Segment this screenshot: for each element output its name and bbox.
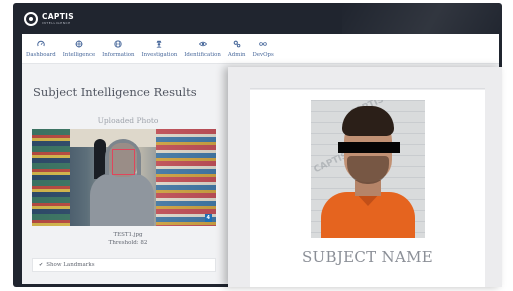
matched-mugshot[interactable]: CAPTIS CAPTIS CAPTIS bbox=[311, 100, 425, 238]
nav-item-dashboard[interactable]: Dashboard bbox=[26, 34, 56, 63]
nav-item-information[interactable]: Information bbox=[102, 34, 135, 63]
check-icon: ✔ bbox=[39, 262, 44, 268]
nav-label: Identification bbox=[184, 52, 221, 58]
brand-tagline: INTELLIGENCE bbox=[42, 20, 71, 25]
photo-filename: TEST1.jpg bbox=[113, 232, 143, 238]
news-channel-logo: 4 bbox=[204, 214, 212, 222]
nav-label: Information bbox=[102, 52, 135, 58]
uploaded-photo-label: Uploaded Photo bbox=[97, 116, 159, 125]
nav-item-admin[interactable]: Admin bbox=[228, 34, 246, 63]
main-navigation: Dashboard Intelligence Information Inves… bbox=[22, 34, 499, 64]
captis-logo-icon bbox=[24, 12, 38, 26]
nav-label: Admin bbox=[227, 52, 246, 58]
results-panel: Subject Intelligence Results Uploaded Ph… bbox=[22, 64, 234, 284]
threshold-value: Threshold: 82 bbox=[108, 240, 148, 246]
nav-label: Intelligence bbox=[62, 52, 96, 58]
nav-label: DevOps bbox=[252, 52, 274, 58]
nav-item-devops[interactable]: DevOps bbox=[253, 34, 274, 63]
detective-icon bbox=[156, 40, 162, 48]
globe-icon bbox=[114, 40, 122, 48]
page-title: Subject Intelligence Results bbox=[33, 85, 197, 99]
infinity-icon bbox=[259, 42, 267, 46]
divider bbox=[250, 88, 485, 89]
eye-icon bbox=[198, 41, 207, 47]
nav-item-identification[interactable]: Identification bbox=[184, 34, 221, 63]
face-detection-box bbox=[112, 149, 135, 175]
brand-logo[interactable]: CAPTIS INTELLIGENCE bbox=[24, 12, 74, 26]
brand-name: CAPTIS bbox=[42, 12, 74, 22]
nav-label: Dashboard bbox=[26, 52, 56, 58]
target-icon bbox=[75, 40, 83, 48]
match-result-panel: CAPTIS CAPTIS CAPTIS SUBJECT NAME bbox=[228, 67, 502, 287]
uploaded-photo[interactable]: 4 bbox=[32, 129, 216, 226]
match-card: CAPTIS CAPTIS CAPTIS SUBJECT NAME bbox=[250, 90, 485, 287]
show-landmarks-label: Show Landmarks bbox=[46, 262, 95, 268]
nav-item-intelligence[interactable]: Intelligence bbox=[63, 34, 95, 63]
show-landmarks-button[interactable]: ✔ Show Landmarks bbox=[32, 258, 216, 272]
eye-censor-bar bbox=[338, 142, 400, 153]
nav-item-investigation[interactable]: Investigation bbox=[141, 34, 178, 63]
nav-label: Investigation bbox=[141, 52, 178, 58]
gauge-icon bbox=[37, 40, 45, 47]
subject-name: SUBJECT NAME bbox=[301, 248, 434, 266]
gears-icon bbox=[233, 40, 241, 48]
